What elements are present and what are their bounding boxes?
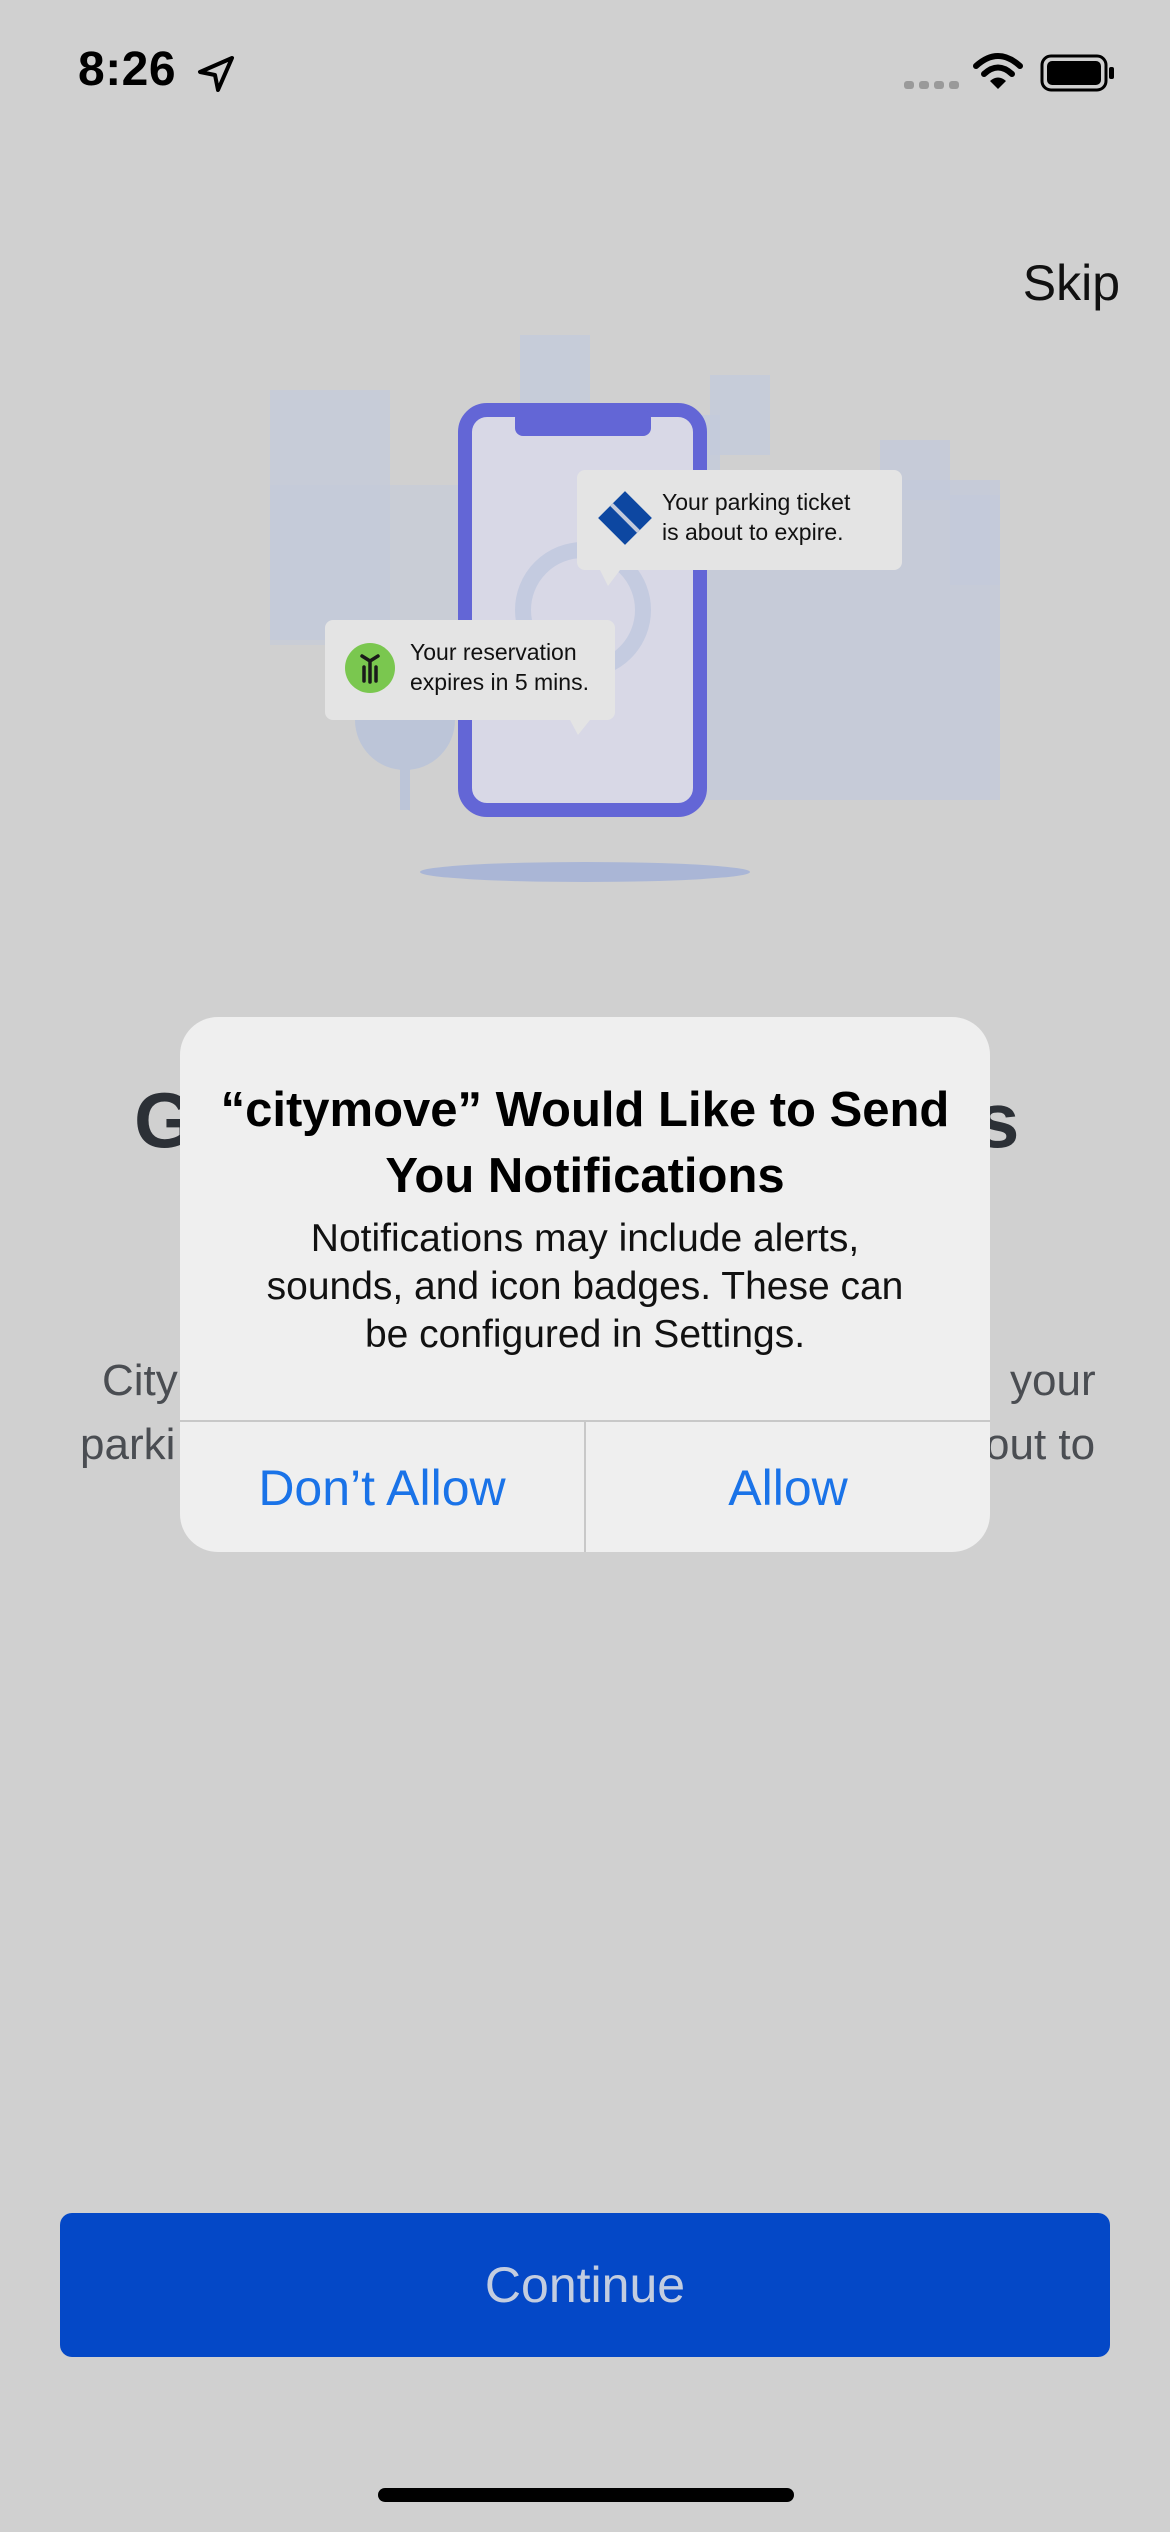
notifications-illustration: Your parking ticket is about to expire. … [270,335,1000,882]
alert-button-row: Don’t Allow Allow [180,1420,990,1552]
status-bar: 8:26 [0,0,1170,140]
alert-message: Notifications may include alerts, sounds… [266,1217,904,1356]
alert-title: “citymove” Would Like to Send You Notifi… [220,1083,950,1203]
reservation-notification-line2: expires in 5 mins. [410,669,589,695]
skip-button[interactable]: Skip [1023,254,1120,312]
allow-button[interactable]: Allow [584,1422,990,1552]
parking-ticket-notification-line1: Your parking ticket [662,489,851,515]
body-text-fragment: parki [80,1420,176,1469]
continue-button[interactable]: Continue [60,2213,1110,2357]
body-text-fragment: City [102,1356,178,1405]
reservation-notification-line1: Your reservation [410,639,577,665]
status-time: 8:26 [78,43,177,96]
parking-ticket-notification-line2: is about to expire. [662,519,844,545]
wifi-icon [973,53,1023,89]
body-text-fragment: out to [985,1420,1096,1469]
location-arrow-icon [198,56,234,92]
signal-icon [904,81,959,89]
dont-allow-button[interactable]: Don’t Allow [180,1422,584,1552]
body-text-fragment: your [1010,1356,1096,1405]
notification-permission-alert: “citymove” Would Like to Send You Notifi… [180,1017,990,1552]
battery-icon [1040,54,1114,92]
home-indicator[interactable] [378,2488,794,2502]
